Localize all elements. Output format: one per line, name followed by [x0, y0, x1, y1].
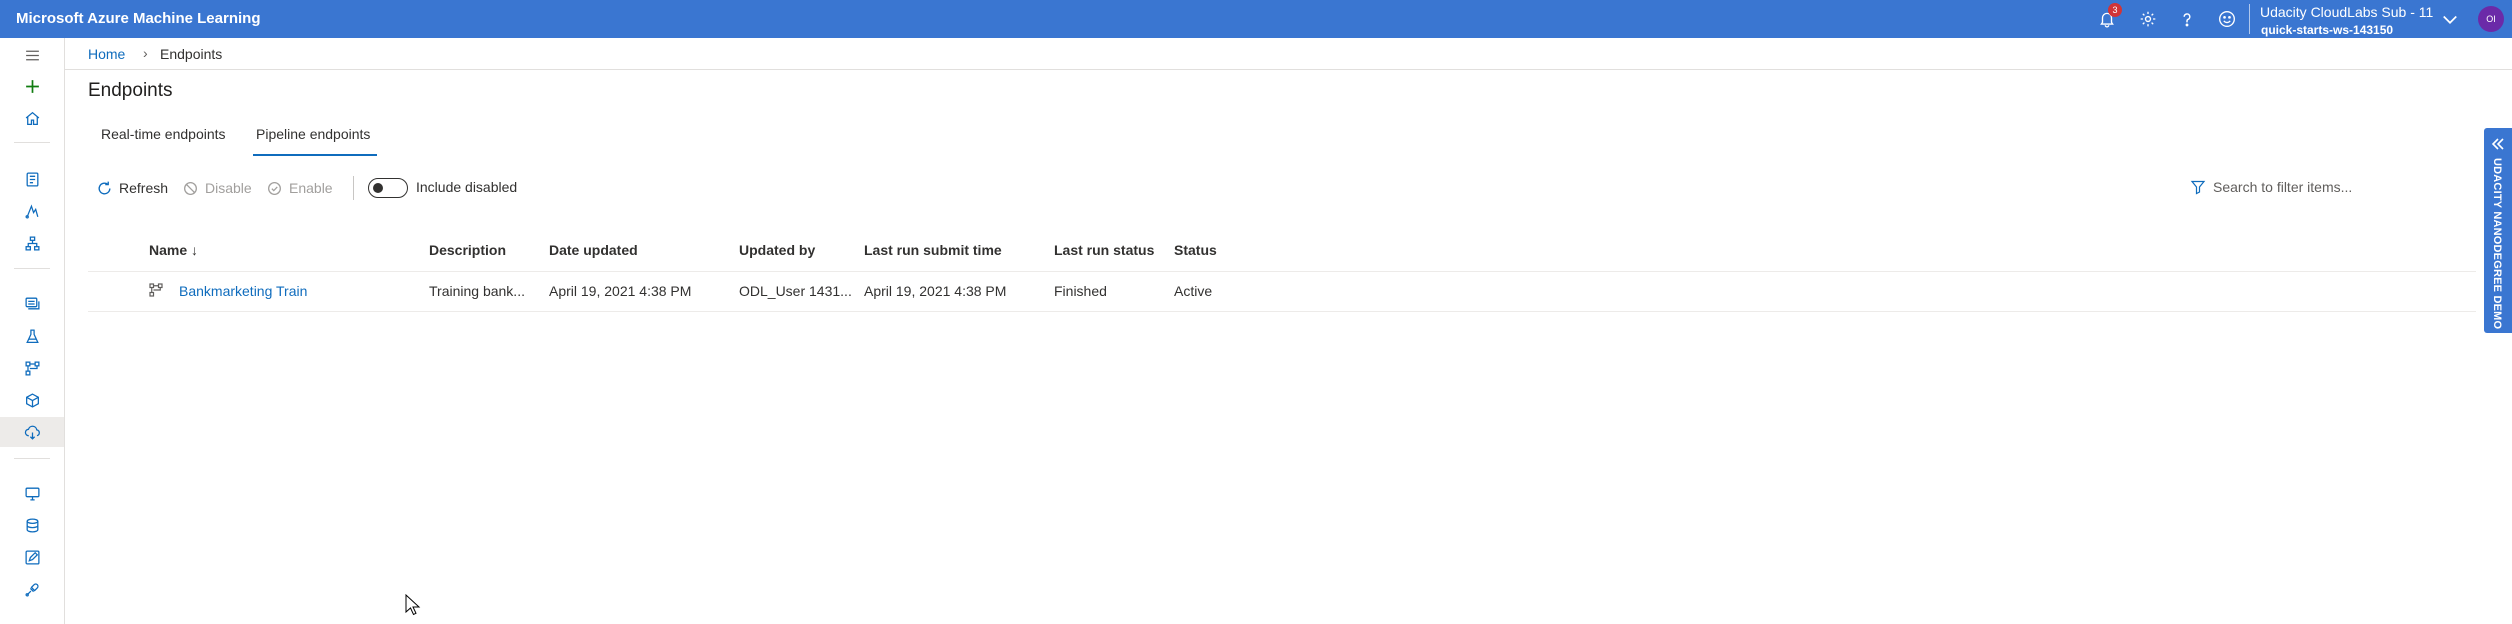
pipeline-icon: [24, 360, 40, 376]
cell-last-run-submit-time: April 19, 2021 4:38 PM: [864, 283, 1007, 299]
nav-datasets[interactable]: [0, 288, 64, 318]
left-nav-rail: [0, 38, 65, 624]
breadcrumb-home[interactable]: Home: [88, 46, 125, 62]
app-title[interactable]: Microsoft Azure Machine Learning: [16, 10, 260, 27]
rail-divider: [14, 268, 50, 269]
ribbon-label: UDACITY NANODEGREE DEMO: [2491, 158, 2503, 330]
nav-pipelines[interactable]: [0, 353, 64, 383]
column-header-status[interactable]: Status: [1174, 242, 1217, 258]
demo-ribbon[interactable]: UDACITY NANODEGREE DEMO: [2484, 128, 2512, 333]
include-disabled-label: Include disabled: [416, 179, 518, 195]
nav-designer[interactable]: [0, 228, 64, 258]
disable-label: Disable: [205, 180, 252, 196]
cell-description: Training bank...: [429, 283, 525, 299]
cell-updated-by: ODL_User 1431...: [739, 283, 852, 299]
nav-automated-ml[interactable]: [0, 196, 64, 226]
nav-models[interactable]: [0, 385, 64, 415]
database-icon: [26, 517, 38, 533]
smiley-icon: [2219, 11, 2235, 27]
column-header-name[interactable]: Name ↓: [149, 242, 198, 258]
home-icon: [25, 111, 39, 125]
cube-icon: [25, 392, 39, 408]
page-title: Endpoints: [88, 80, 173, 101]
nav-datastores[interactable]: [0, 510, 64, 540]
automl-icon: [24, 203, 38, 219]
notebook-icon: [26, 171, 38, 187]
nav-notebooks[interactable]: [0, 164, 64, 194]
notification-badge: 3: [2108, 3, 2122, 17]
disable-button[interactable]: Disable: [182, 178, 252, 198]
account-divider: [2249, 4, 2250, 34]
nav-data-labeling[interactable]: [0, 542, 64, 572]
nav-endpoints[interactable]: [0, 417, 64, 447]
endpoint-name-link[interactable]: Bankmarketing Train: [179, 283, 307, 299]
column-header-description[interactable]: Description: [429, 242, 506, 258]
chevron-right-icon: ›: [143, 45, 148, 61]
rail-divider: [14, 458, 50, 459]
toolbar-divider: [353, 176, 354, 200]
cell-date-updated: April 19, 2021 4:38 PM: [549, 283, 692, 299]
refresh-label: Refresh: [119, 180, 169, 196]
top-bar: Microsoft Azure Machine Learning 3 Udaci…: [0, 0, 2512, 38]
nav-home[interactable]: [0, 103, 64, 133]
include-disabled-toggle[interactable]: [368, 178, 408, 198]
flask-icon: [25, 328, 39, 343]
refresh-icon: [98, 181, 111, 194]
feedback-button[interactable]: [2214, 6, 2240, 32]
search-box[interactable]: [2190, 175, 2380, 199]
create-new-button[interactable]: [0, 71, 64, 101]
nav-linked-services[interactable]: [0, 574, 64, 604]
notifications-button[interactable]: 3: [2094, 3, 2122, 32]
sort-arrow-icon: ↓: [191, 242, 199, 258]
search-input[interactable]: [2213, 179, 2373, 195]
workspace-name: quick-starts-ws-143150: [2261, 23, 2394, 37]
double-chevron-left-icon: [2491, 138, 2504, 150]
check-circle-icon: [268, 181, 281, 195]
account-switcher[interactable]: Udacity CloudLabs Sub - 11 quick-starts-…: [2260, 3, 2470, 37]
tab-pipeline-endpoints[interactable]: Pipeline endpoints: [256, 126, 370, 150]
enable-label: Enable: [289, 180, 333, 196]
designer-icon: [24, 235, 40, 251]
filter-icon: [2190, 180, 2206, 195]
chevron-down-icon[interactable]: [2440, 9, 2460, 29]
edit-icon: [24, 549, 40, 565]
enable-button[interactable]: Enable: [266, 178, 333, 198]
menu-toggle-button[interactable]: [0, 40, 64, 70]
rail-divider: [14, 142, 50, 143]
selected-tab-indicator: [253, 154, 377, 156]
settings-button[interactable]: [2135, 6, 2161, 32]
cloud-endpoint-icon: [24, 425, 40, 440]
pipeline-icon: [149, 283, 163, 297]
avatar[interactable]: OI: [2478, 6, 2504, 32]
table-row[interactable]: Bankmarketing Train Training bank... Apr…: [88, 272, 2476, 312]
column-header-last-run-submit-time[interactable]: Last run submit time: [864, 242, 1002, 258]
cell-status: Active: [1174, 283, 1213, 299]
table-header: Name ↓ Description Date updated Updated …: [88, 232, 2476, 272]
column-header-date-updated[interactable]: Date updated: [549, 242, 638, 258]
gear-icon: [2140, 11, 2156, 27]
nav-experiments[interactable]: [0, 321, 64, 351]
refresh-button[interactable]: Refresh: [96, 178, 168, 198]
block-icon: [184, 181, 197, 195]
help-button[interactable]: [2174, 6, 2200, 32]
plus-icon: [25, 79, 39, 93]
tab-real-time-endpoints[interactable]: Real-time endpoints: [101, 126, 226, 150]
hamburger-icon: [25, 50, 39, 60]
cell-last-run-status: Finished: [1054, 283, 1107, 299]
toggle-knob: [373, 183, 383, 193]
question-icon: [2183, 13, 2191, 27]
subscription-name: Udacity CloudLabs Sub - 11: [2260, 4, 2434, 20]
monitor-icon: [24, 487, 40, 501]
mouse-cursor-icon: [405, 594, 421, 616]
breadcrumb-current: Endpoints: [160, 46, 223, 62]
nav-compute[interactable]: [0, 478, 64, 508]
column-header-last-run-status[interactable]: Last run status: [1054, 242, 1154, 258]
link-icon: [24, 582, 39, 597]
column-header-updated-by[interactable]: Updated by: [739, 242, 815, 258]
breadcrumb: Home › Endpoints: [65, 38, 2512, 70]
datasets-icon: [24, 297, 40, 309]
column-header-label: Name: [149, 242, 188, 258]
